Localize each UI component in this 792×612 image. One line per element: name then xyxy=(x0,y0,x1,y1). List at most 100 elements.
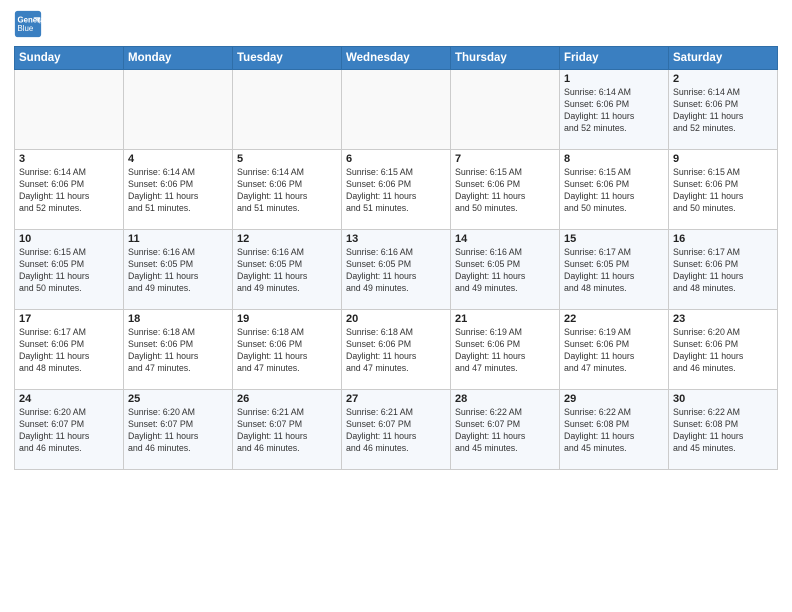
calendar-cell: 23 Sunrise: 6:20 AM Sunset: 6:06 PM Dayli… xyxy=(669,310,778,390)
day-number: 15 xyxy=(564,233,664,245)
calendar-cell: 28 Sunrise: 6:22 AM Sunset: 6:07 PM Dayli… xyxy=(451,390,560,470)
calendar-cell: 24 Sunrise: 6:20 AM Sunset: 6:07 PM Dayli… xyxy=(15,390,124,470)
calendar-cell: 4 Sunrise: 6:14 AM Sunset: 6:06 PM Daylig… xyxy=(124,150,233,230)
day-info: Sunrise: 6:17 AM Sunset: 6:05 PM Dayligh… xyxy=(564,247,664,295)
day-info: Sunrise: 6:17 AM Sunset: 6:06 PM Dayligh… xyxy=(673,247,773,295)
calendar-week-4: 17Sunrise: 6:17 AM Sunset: 6:06 PM Dayli… xyxy=(15,310,778,390)
calendar-cell: 19 Sunrise: 6:18 AM Sunset: 6:06 PM Dayli… xyxy=(233,310,342,390)
day-number: 14 xyxy=(455,233,555,245)
weekday-friday: Friday xyxy=(560,47,669,70)
day-info: Sunrise: 6:19 AM Sunset: 6:06 PM Dayligh… xyxy=(455,327,555,375)
day-number: 30 xyxy=(673,393,773,405)
page-header: General Blue xyxy=(14,10,778,38)
calendar-cell: 16 Sunrise: 6:17 AM Sunset: 6:06 PM Dayli… xyxy=(669,230,778,310)
day-number: 20 xyxy=(346,313,446,325)
day-number: 7 xyxy=(455,153,555,165)
calendar-cell: 30 Sunrise: 6:22 AM Sunset: 6:08 PM Dayli… xyxy=(669,390,778,470)
day-number: 26 xyxy=(237,393,337,405)
day-number: 24 xyxy=(19,393,119,405)
day-number: 11 xyxy=(128,233,228,245)
calendar-cell: 25 Sunrise: 6:20 AM Sunset: 6:07 PM Dayli… xyxy=(124,390,233,470)
day-info: Sunrise: 6:14 AM Sunset: 6:06 PM Dayligh… xyxy=(128,167,228,215)
calendar-cell: 29 Sunrise: 6:22 AM Sunset: 6:08 PM Dayli… xyxy=(560,390,669,470)
day-info: Sunrise: 6:15 AM Sunset: 6:05 PM Dayligh… xyxy=(19,247,119,295)
calendar-table: SundayMondayTuesdayWednesdayThursdayFrid… xyxy=(14,46,778,470)
day-number: 2 xyxy=(673,73,773,85)
calendar-cell: 9Sunrise: 6:15 AM Sunset: 6:06 PM Daylig… xyxy=(669,150,778,230)
calendar-cell: 8 Sunrise: 6:15 AM Sunset: 6:06 PM Daylig… xyxy=(560,150,669,230)
calendar-cell: 22 Sunrise: 6:19 AM Sunset: 6:06 PM Dayli… xyxy=(560,310,669,390)
day-number: 8 xyxy=(564,153,664,165)
calendar-cell: 20 Sunrise: 6:18 AM Sunset: 6:06 PM Dayli… xyxy=(342,310,451,390)
calendar-cell xyxy=(342,70,451,150)
calendar-cell: 1 Sunrise: 6:14 AM Sunset: 6:06 PM Daylig… xyxy=(560,70,669,150)
day-info: Sunrise: 6:14 AM Sunset: 6:06 PM Dayligh… xyxy=(564,87,664,135)
weekday-sunday: Sunday xyxy=(15,47,124,70)
calendar-cell xyxy=(15,70,124,150)
day-info: Sunrise: 6:14 AM Sunset: 6:06 PM Dayligh… xyxy=(237,167,337,215)
calendar-week-2: 3 Sunrise: 6:14 AM Sunset: 6:06 PM Daylig… xyxy=(15,150,778,230)
calendar-cell: 13 Sunrise: 6:16 AM Sunset: 6:05 PM Dayli… xyxy=(342,230,451,310)
day-number: 21 xyxy=(455,313,555,325)
weekday-thursday: Thursday xyxy=(451,47,560,70)
day-number: 29 xyxy=(564,393,664,405)
weekday-wednesday: Wednesday xyxy=(342,47,451,70)
logo: General Blue xyxy=(14,10,46,38)
day-number: 10 xyxy=(19,233,119,245)
day-number: 22 xyxy=(564,313,664,325)
day-number: 13 xyxy=(346,233,446,245)
day-info: Sunrise: 6:22 AM Sunset: 6:08 PM Dayligh… xyxy=(564,407,664,455)
calendar-cell: 26 Sunrise: 6:21 AM Sunset: 6:07 PM Dayli… xyxy=(233,390,342,470)
day-number: 18 xyxy=(128,313,228,325)
day-number: 23 xyxy=(673,313,773,325)
calendar-cell: 17Sunrise: 6:17 AM Sunset: 6:06 PM Dayli… xyxy=(15,310,124,390)
calendar-cell: 7 Sunrise: 6:15 AM Sunset: 6:06 PM Daylig… xyxy=(451,150,560,230)
day-number: 16 xyxy=(673,233,773,245)
day-number: 25 xyxy=(128,393,228,405)
day-info: Sunrise: 6:16 AM Sunset: 6:05 PM Dayligh… xyxy=(128,247,228,295)
calendar-cell: 12 Sunrise: 6:16 AM Sunset: 6:05 PM Dayli… xyxy=(233,230,342,310)
day-info: Sunrise: 6:18 AM Sunset: 6:06 PM Dayligh… xyxy=(237,327,337,375)
calendar-cell: 10 Sunrise: 6:15 AM Sunset: 6:05 PM Dayli… xyxy=(15,230,124,310)
calendar-body: 1 Sunrise: 6:14 AM Sunset: 6:06 PM Daylig… xyxy=(15,70,778,470)
calendar-cell: 5 Sunrise: 6:14 AM Sunset: 6:06 PM Daylig… xyxy=(233,150,342,230)
day-info: Sunrise: 6:20 AM Sunset: 6:07 PM Dayligh… xyxy=(128,407,228,455)
day-info: Sunrise: 6:22 AM Sunset: 6:07 PM Dayligh… xyxy=(455,407,555,455)
day-number: 6 xyxy=(346,153,446,165)
calendar-cell xyxy=(451,70,560,150)
calendar-cell: 11 Sunrise: 6:16 AM Sunset: 6:05 PM Dayli… xyxy=(124,230,233,310)
day-info: Sunrise: 6:21 AM Sunset: 6:07 PM Dayligh… xyxy=(237,407,337,455)
day-info: Sunrise: 6:16 AM Sunset: 6:05 PM Dayligh… xyxy=(455,247,555,295)
day-number: 3 xyxy=(19,153,119,165)
day-info: Sunrise: 6:15 AM Sunset: 6:06 PM Dayligh… xyxy=(564,167,664,215)
day-number: 4 xyxy=(128,153,228,165)
day-info: Sunrise: 6:22 AM Sunset: 6:08 PM Dayligh… xyxy=(673,407,773,455)
weekday-row: SundayMondayTuesdayWednesdayThursdayFrid… xyxy=(15,47,778,70)
day-info: Sunrise: 6:15 AM Sunset: 6:06 PM Dayligh… xyxy=(455,167,555,215)
calendar-week-3: 10 Sunrise: 6:15 AM Sunset: 6:05 PM Dayli… xyxy=(15,230,778,310)
calendar-header: SundayMondayTuesdayWednesdayThursdayFrid… xyxy=(15,47,778,70)
day-number: 5 xyxy=(237,153,337,165)
calendar-cell: 2 Sunrise: 6:14 AM Sunset: 6:06 PM Daylig… xyxy=(669,70,778,150)
calendar-cell: 27Sunrise: 6:21 AM Sunset: 6:07 PM Dayli… xyxy=(342,390,451,470)
day-info: Sunrise: 6:20 AM Sunset: 6:06 PM Dayligh… xyxy=(673,327,773,375)
day-info: Sunrise: 6:14 AM Sunset: 6:06 PM Dayligh… xyxy=(673,87,773,135)
day-info: Sunrise: 6:19 AM Sunset: 6:06 PM Dayligh… xyxy=(564,327,664,375)
day-info: Sunrise: 6:18 AM Sunset: 6:06 PM Dayligh… xyxy=(346,327,446,375)
day-info: Sunrise: 6:15 AM Sunset: 6:06 PM Dayligh… xyxy=(673,167,773,215)
day-number: 28 xyxy=(455,393,555,405)
weekday-monday: Monday xyxy=(124,47,233,70)
day-info: Sunrise: 6:16 AM Sunset: 6:05 PM Dayligh… xyxy=(237,247,337,295)
day-info: Sunrise: 6:16 AM Sunset: 6:05 PM Dayligh… xyxy=(346,247,446,295)
calendar-cell: 6Sunrise: 6:15 AM Sunset: 6:06 PM Daylig… xyxy=(342,150,451,230)
day-number: 12 xyxy=(237,233,337,245)
calendar-cell: 14 Sunrise: 6:16 AM Sunset: 6:05 PM Dayli… xyxy=(451,230,560,310)
day-number: 27 xyxy=(346,393,446,405)
day-number: 19 xyxy=(237,313,337,325)
calendar-cell xyxy=(124,70,233,150)
calendar-week-1: 1 Sunrise: 6:14 AM Sunset: 6:06 PM Daylig… xyxy=(15,70,778,150)
day-info: Sunrise: 6:20 AM Sunset: 6:07 PM Dayligh… xyxy=(19,407,119,455)
calendar-cell: 18Sunrise: 6:18 AM Sunset: 6:06 PM Dayli… xyxy=(124,310,233,390)
day-info: Sunrise: 6:14 AM Sunset: 6:06 PM Dayligh… xyxy=(19,167,119,215)
day-number: 1 xyxy=(564,73,664,85)
